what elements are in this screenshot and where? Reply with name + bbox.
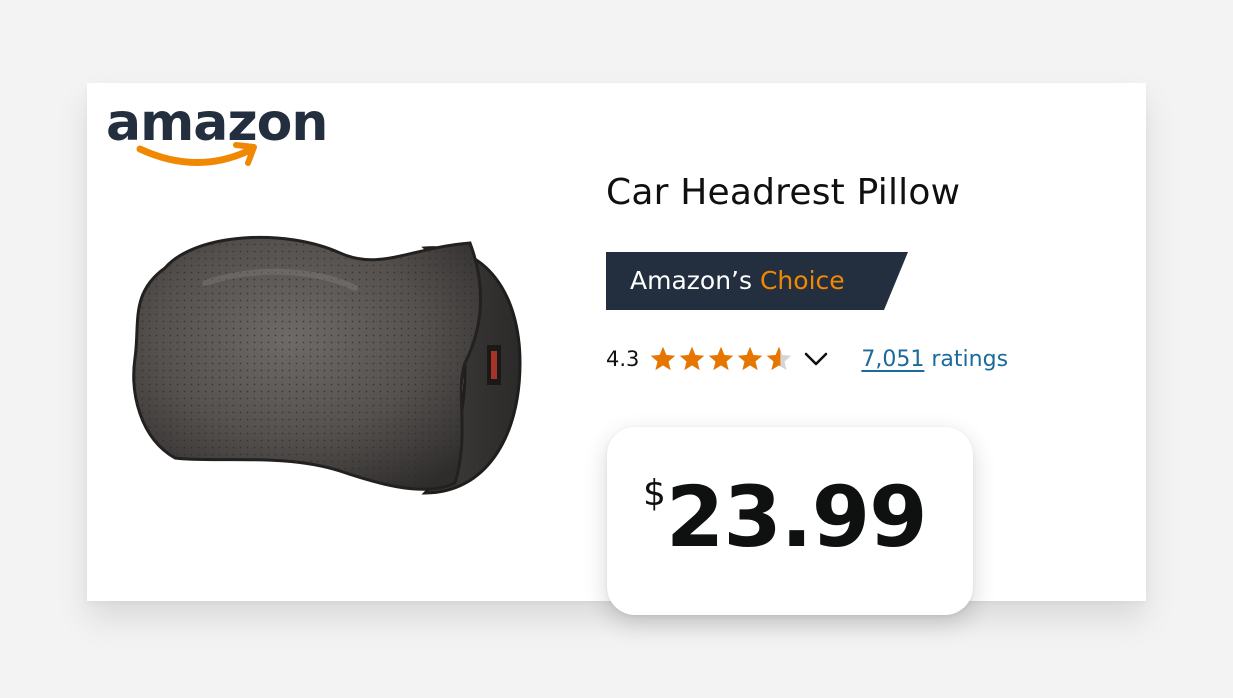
- badge-highlight: Choice: [759, 266, 845, 295]
- star-icon: [680, 346, 705, 371]
- chevron-down-icon[interactable]: [803, 350, 829, 368]
- star-icon: [651, 346, 676, 371]
- rating-row: 4.3 7,051 ratings: [606, 341, 1008, 377]
- product-title: Car Headrest Pillow: [606, 172, 961, 213]
- amazons-choice-badge: Amazon’s Choice: [606, 252, 908, 310]
- star-icon: [767, 346, 792, 371]
- price-amount: 23.99: [665, 468, 928, 566]
- smile-arrow-icon: [136, 142, 257, 166]
- ratings-count: 7,051: [861, 346, 925, 372]
- product-image[interactable]: [125, 213, 525, 513]
- price-box: $23.99: [607, 427, 973, 615]
- ratings-link[interactable]: 7,051 ratings: [861, 347, 1008, 372]
- star-icon: [709, 346, 734, 371]
- rating-value: 4.3: [606, 347, 640, 371]
- price-currency: $: [643, 473, 666, 514]
- badge-label: Amazon’s Choice: [630, 252, 845, 310]
- star-rating[interactable]: [649, 345, 793, 373]
- amazon-logo[interactable]: amazon: [106, 93, 338, 173]
- headrest-pillow-image: [132, 235, 522, 495]
- price: $23.99: [643, 467, 928, 567]
- ratings-suffix: ratings: [931, 346, 1009, 372]
- star-icon: [738, 346, 763, 371]
- badge-prefix: Amazon’s: [630, 266, 753, 295]
